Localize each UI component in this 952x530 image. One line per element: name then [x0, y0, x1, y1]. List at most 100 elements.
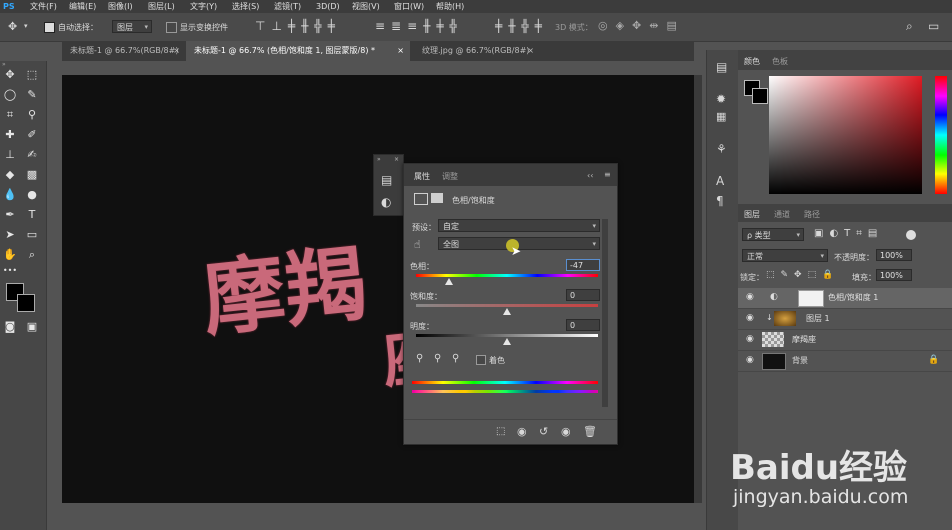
blur-tool-icon[interactable]: 💧 — [2, 187, 18, 203]
hue-slider-thumb[interactable] — [444, 278, 453, 285]
3d-tool-icons[interactable]: ◎◈✥⇹▤ — [598, 19, 685, 32]
tab-properties[interactable]: 属性 — [414, 171, 430, 182]
tab-paths[interactable]: 路径 — [804, 209, 820, 220]
zoom-tool-icon[interactable]: ⌕ — [24, 247, 40, 263]
layer-row-image[interactable]: ◉ ↓ 图层 1 — [738, 309, 952, 330]
screen-mode-icon[interactable]: ▣ — [24, 319, 40, 335]
layer-thumbnail[interactable] — [762, 332, 784, 347]
color-picker-field[interactable] — [769, 76, 922, 194]
rectangle-tool-icon[interactable]: ▭ — [24, 227, 40, 243]
tab-adjustments[interactable]: 调整 — [442, 171, 458, 182]
show-transform-checkbox[interactable] — [166, 22, 177, 33]
dock-close-icon[interactable]: × — [394, 156, 399, 163]
properties-icon[interactable]: ▤ — [381, 173, 392, 187]
history-brush-icon[interactable]: ✍ — [24, 147, 40, 163]
quick-mask-icon[interactable]: ◙ — [2, 319, 18, 335]
layer-row-background[interactable]: ◉ 背景 🔒 — [738, 351, 952, 372]
brush-presets-icon[interactable]: ▦ — [716, 110, 726, 123]
move-tool-icon[interactable]: ✥ — [2, 67, 18, 83]
opacity-input[interactable]: 100% — [876, 249, 912, 261]
visibility-eye-icon[interactable]: ◉ — [746, 292, 754, 302]
tab-document-2[interactable]: 未标题-1 @ 66.7% (色相/饱和度 1, 图层蒙版/8) * × — [186, 41, 410, 61]
character-icon[interactable]: A — [716, 174, 724, 188]
visibility-eye-icon[interactable]: ◉ — [746, 355, 754, 365]
layer-thumbnail[interactable] — [774, 311, 796, 326]
hue-slider-track[interactable] — [416, 274, 598, 277]
layer-mask-thumbnail[interactable] — [798, 290, 824, 307]
tab-swatches[interactable]: 色板 — [772, 56, 788, 67]
menu-filter[interactable]: 滤镜(T) — [274, 0, 301, 13]
filter-toggle-icon[interactable] — [906, 230, 916, 240]
eyedropper-subtract-icon[interactable]: ⚲ — [452, 353, 459, 364]
reset-icon[interactable]: ↺ — [539, 425, 548, 438]
background-color-chip[interactable] — [752, 88, 768, 104]
layer-row-text[interactable]: ◉ 摩羯座 — [738, 330, 952, 351]
lock-icons[interactable]: ⬚✎✥⬚🔒 — [766, 270, 839, 280]
colorize-checkbox[interactable] — [476, 355, 486, 365]
delete-icon[interactable]: 🗑 — [583, 425, 597, 438]
quick-select-tool-icon[interactable]: ✎ — [24, 87, 40, 103]
workspace-icon[interactable]: ▭ — [928, 19, 939, 33]
saturation-value-input[interactable]: 0 — [566, 289, 600, 301]
pen-tool-icon[interactable]: ✒ — [2, 207, 18, 223]
search-icon[interactable]: ⌕ — [906, 19, 913, 34]
clone-source-icon[interactable]: ⚘ — [716, 142, 727, 156]
hue-value-input[interactable]: -47 — [566, 259, 600, 271]
visibility-icon[interactable]: ◉ — [561, 425, 571, 438]
marquee-tool-icon[interactable]: ⬚ — [24, 67, 40, 83]
adjustments-icon[interactable]: ◐ — [381, 195, 391, 209]
layer-thumbnail[interactable] — [762, 353, 786, 370]
menu-window[interactable]: 窗口(W) — [394, 0, 424, 13]
chevron-down-icon[interactable]: ▾ — [24, 22, 28, 30]
hand-tool-icon[interactable]: ✋ — [2, 247, 18, 263]
dock-collapse-icon[interactable]: » — [377, 156, 381, 163]
dodge-tool-icon[interactable]: ● — [24, 187, 40, 203]
saturation-slider-thumb[interactable] — [503, 308, 511, 315]
move-tool-icon[interactable]: ✥ — [8, 20, 17, 33]
auto-select-checkbox[interactable] — [44, 22, 55, 33]
eyedropper-add-icon[interactable]: ⚲ — [434, 353, 441, 364]
menu-edit[interactable]: 编辑(E) — [69, 0, 96, 13]
lightness-value-input[interactable]: 0 — [566, 319, 600, 331]
stamp-tool-icon[interactable]: ⊥ — [2, 147, 18, 163]
paragraph-icon[interactable]: ¶ — [716, 194, 724, 208]
menu-view[interactable]: 视图(V) — [352, 0, 380, 13]
view-previous-icon[interactable]: ◉ — [517, 425, 527, 438]
distribute-spacing-icons[interactable]: ╪╫╬╪ — [495, 19, 548, 33]
auto-select-dropdown[interactable]: 图层 ▾ — [112, 20, 152, 33]
mask-icon[interactable] — [431, 193, 443, 203]
vertical-scrollbar[interactable] — [694, 75, 702, 503]
tab-layers[interactable]: 图层 — [744, 209, 760, 220]
type-tool-icon[interactable]: T — [24, 207, 40, 223]
clip-to-layer-icon[interactable]: ⬚ — [496, 426, 505, 437]
distribute-icons[interactable]: ≡≣≡╫╪╬ — [375, 19, 463, 33]
background-color-swatch[interactable] — [17, 294, 35, 312]
blend-mode-dropdown[interactable]: 正常 ▾ — [742, 249, 828, 262]
menu-layer[interactable]: 图层(L) — [148, 0, 175, 13]
history-icon[interactable]: ▤ — [716, 60, 727, 74]
saturation-slider-track[interactable] — [416, 304, 598, 307]
eyedropper-icon[interactable]: ⚲ — [416, 353, 423, 364]
lightness-slider-track[interactable] — [416, 334, 598, 337]
tab-color[interactable]: 颜色 — [744, 56, 760, 67]
layer-filter-icons[interactable]: ▣◐T⌗▤ — [814, 228, 883, 239]
brush-settings-icon[interactable]: ✹ — [716, 92, 726, 106]
preset-dropdown[interactable]: 自定 ▾ — [438, 219, 600, 232]
menu-help[interactable]: 帮助(H) — [436, 0, 464, 13]
fill-input[interactable]: 100% — [876, 269, 912, 281]
menu-image[interactable]: 图像(I) — [108, 0, 133, 13]
panel-menu-icon[interactable]: ≡ — [604, 170, 611, 179]
visibility-eye-icon[interactable]: ◉ — [746, 313, 754, 323]
tab-channels[interactable]: 通道 — [774, 209, 790, 220]
hue-strip[interactable] — [935, 76, 947, 194]
eraser-tool-icon[interactable]: ◆ — [2, 167, 18, 183]
panel-scrollbar[interactable] — [602, 219, 608, 407]
tab-document-1[interactable]: 未标题-1 @ 66.7%(RGB/8#) × — [62, 41, 186, 61]
path-select-tool-icon[interactable]: ➤ — [2, 227, 18, 243]
crop-tool-icon[interactable]: ⌗ — [2, 107, 18, 123]
lasso-tool-icon[interactable]: ◯ — [2, 87, 18, 103]
menu-select[interactable]: 选择(S) — [232, 0, 259, 13]
hand-adjust-icon[interactable]: ☝ — [414, 238, 421, 251]
menu-type[interactable]: 文字(Y) — [190, 0, 217, 13]
align-icons[interactable]: ⊤⊥╪╫╬╪ — [255, 19, 341, 33]
